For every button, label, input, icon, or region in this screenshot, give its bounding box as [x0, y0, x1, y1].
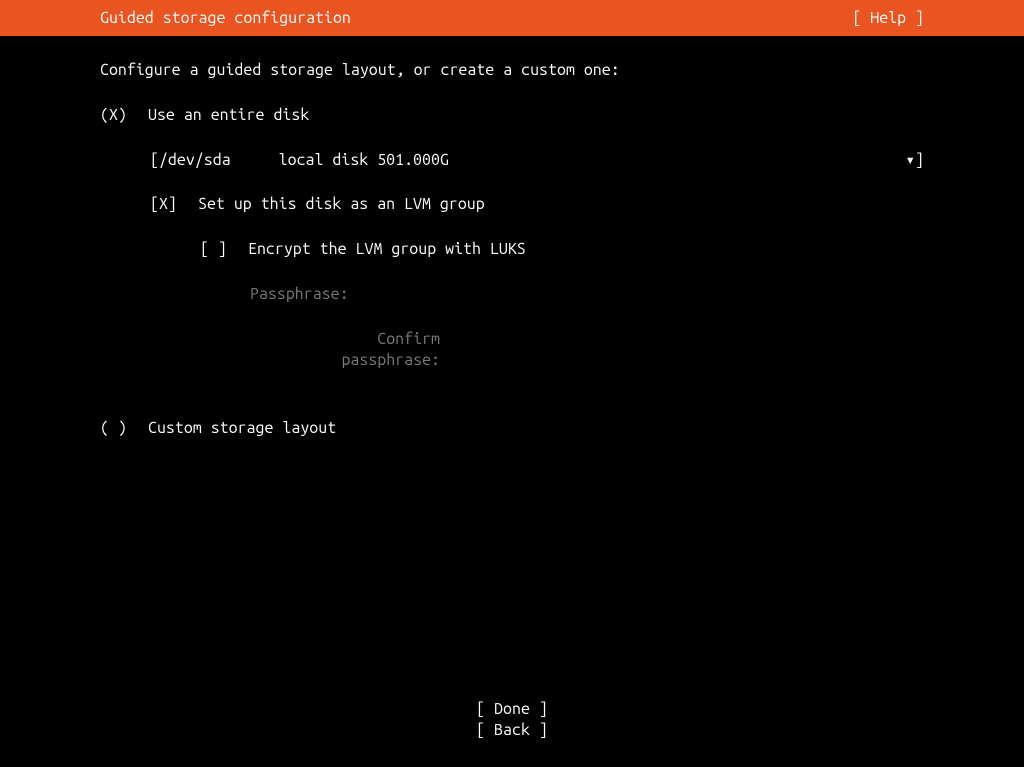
passphrase-label: Passphrase:: [250, 284, 340, 305]
disk-selector[interactable]: [ /dev/sda local disk 501.000G ▾ ]: [150, 150, 924, 171]
done-button[interactable]: [ Done ]: [0, 699, 1024, 720]
option-luks[interactable]: [ ] Encrypt the LVM group with LUKS: [200, 239, 924, 260]
option-luks-label: Encrypt the LVM group with LUKS: [248, 239, 526, 260]
instruction-text: Configure a guided storage layout, or cr…: [100, 60, 924, 81]
screen-title: Guided storage configuration: [0, 8, 351, 29]
bracket-close: ]: [915, 150, 924, 171]
passphrase-row: Passphrase:: [250, 284, 924, 305]
radio-unselected-icon: ( ): [100, 418, 148, 439]
main-content: Configure a guided storage layout, or cr…: [0, 36, 1024, 439]
radio-selected-icon: (X): [100, 105, 148, 126]
footer-buttons: [ Done ] [ Back ]: [0, 699, 1024, 741]
option-use-entire-disk[interactable]: (X) Use an entire disk: [100, 105, 924, 126]
confirm-passphrase-label: Confirm passphrase:: [275, 329, 440, 371]
option-lvm[interactable]: [X] Set up this disk as an LVM group: [150, 194, 924, 215]
disk-device: /dev/sda: [159, 150, 231, 171]
back-button[interactable]: [ Back ]: [0, 720, 1024, 741]
chevron-down-icon: ▾: [905, 150, 915, 171]
confirm-passphrase-row: Confirm passphrase:: [275, 329, 924, 371]
bracket-open: [: [150, 150, 159, 171]
option-custom-layout-label: Custom storage layout: [148, 418, 336, 439]
checkbox-unchecked-icon: [ ]: [200, 239, 248, 260]
option-use-entire-disk-label: Use an entire disk: [148, 105, 309, 126]
option-lvm-label: Set up this disk as an LVM group: [198, 194, 485, 215]
checkbox-checked-icon: [X]: [150, 194, 198, 215]
title-bar: Guided storage configuration [ Help ]: [0, 0, 1024, 36]
disk-description: local disk 501.000G: [279, 150, 449, 171]
option-custom-layout[interactable]: ( ) Custom storage layout: [100, 418, 924, 439]
help-button[interactable]: [ Help ]: [852, 8, 1024, 29]
